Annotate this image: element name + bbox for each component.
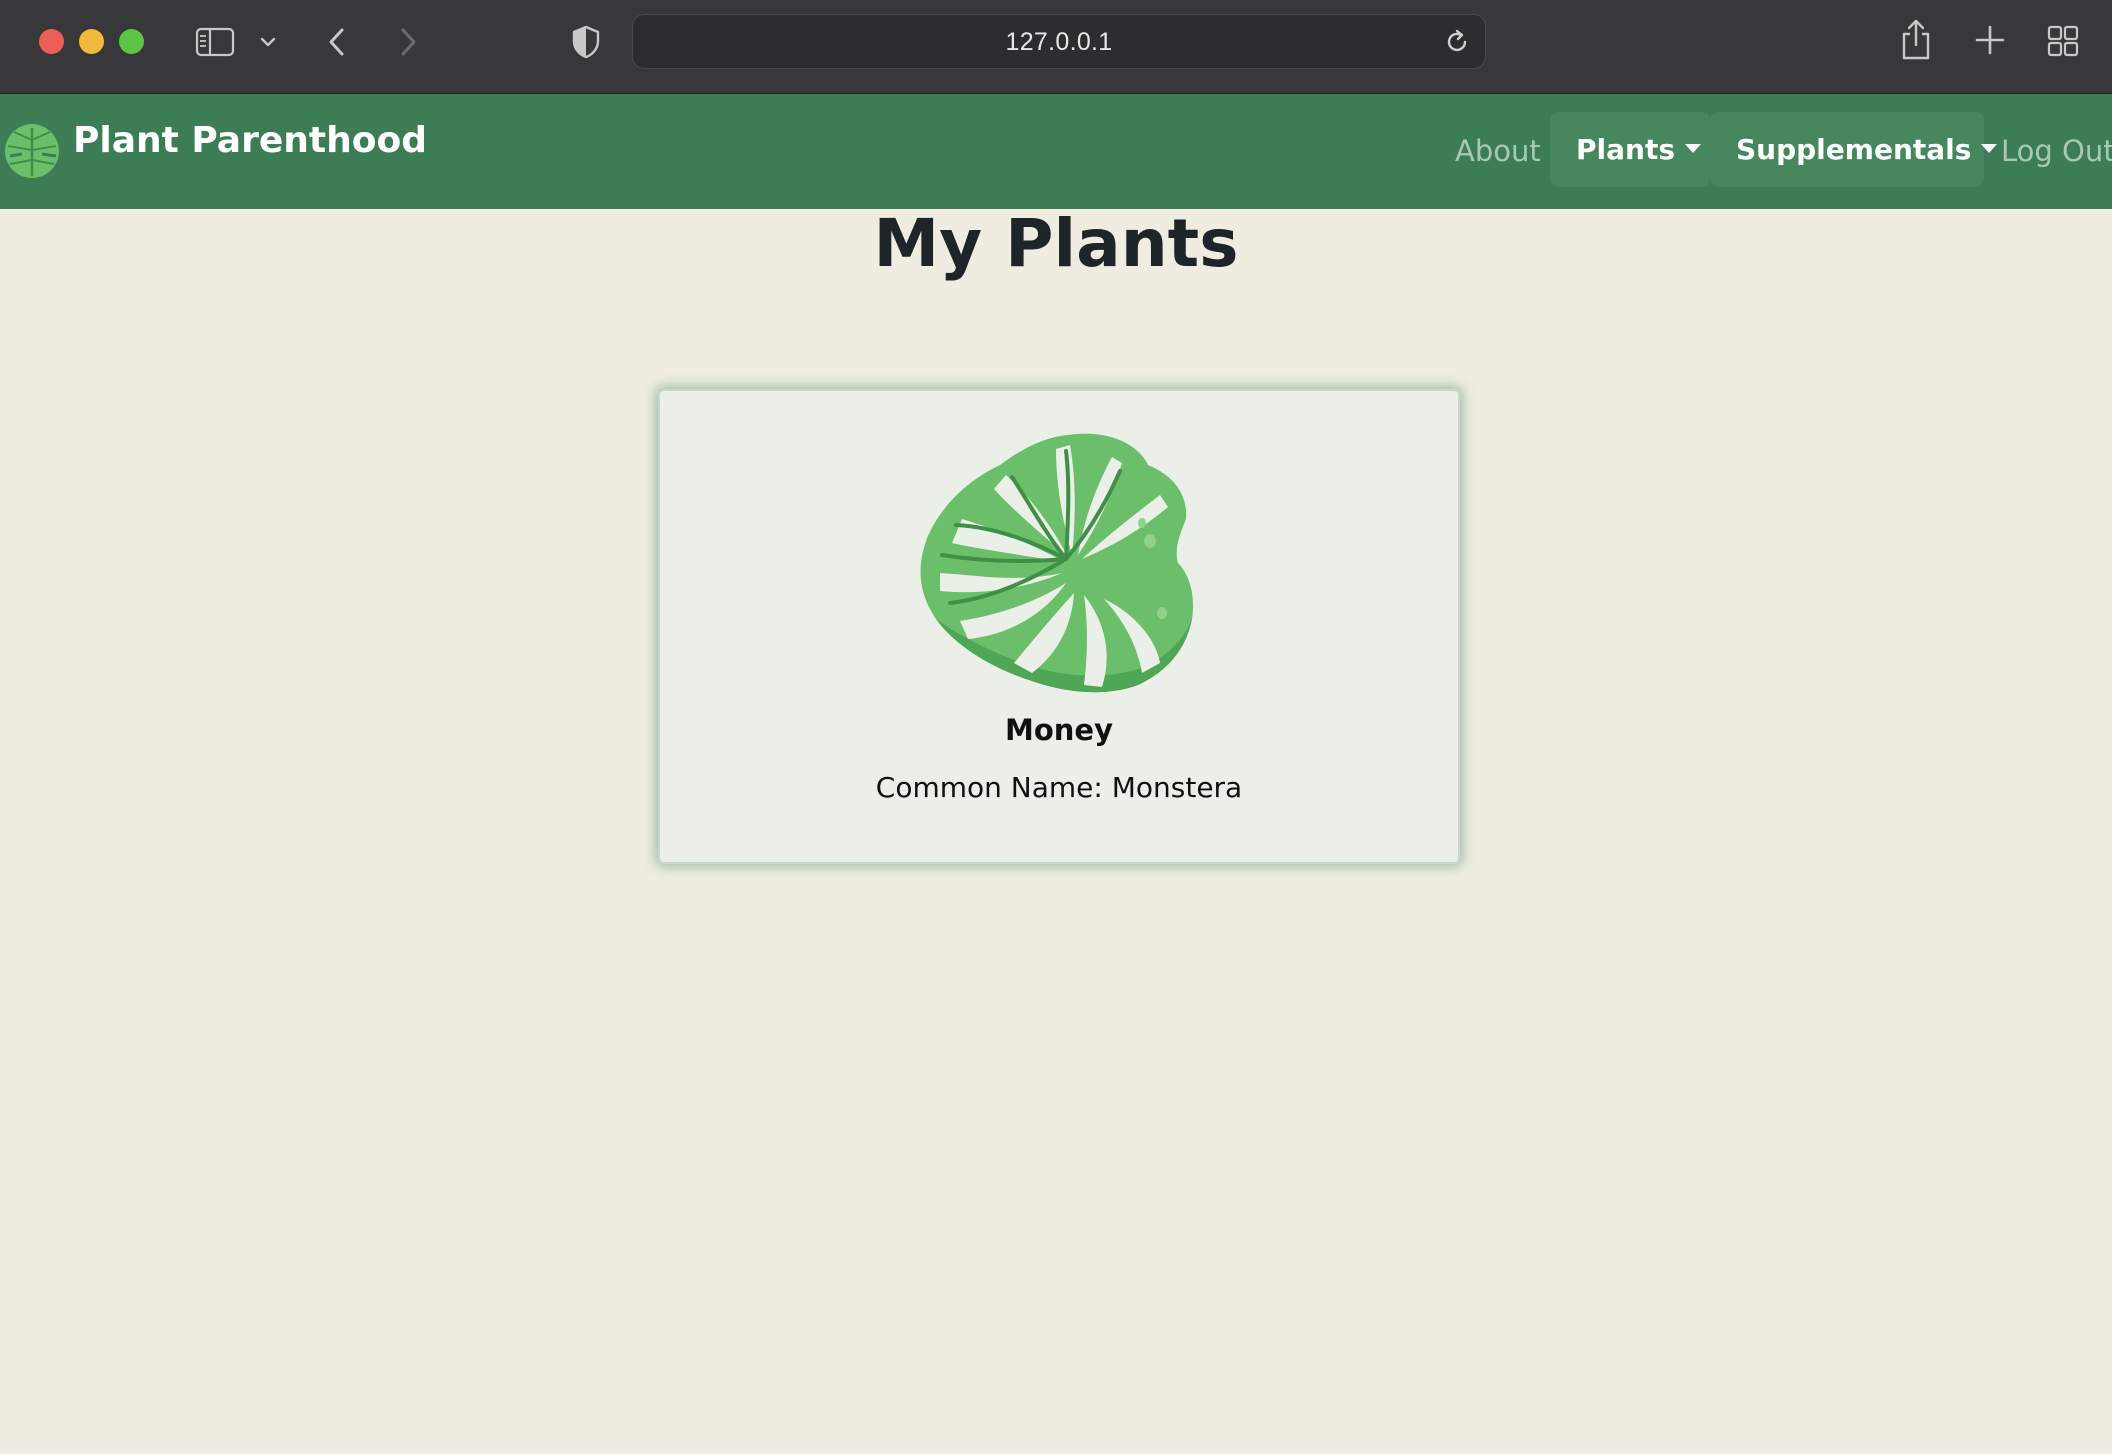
address-text: 127.0.0.1	[1005, 28, 1113, 56]
tab-overview-icon[interactable]	[2046, 24, 2080, 58]
caret-down-icon	[1981, 144, 1998, 153]
nav-about-link[interactable]: About	[1455, 94, 1541, 209]
nav-supplementals-dropdown[interactable]: Supplementals	[1710, 112, 1998, 187]
address-bar[interactable]: 127.0.0.1	[632, 14, 1486, 69]
chevron-down-icon[interactable]	[258, 32, 278, 52]
nav-plants-dropdown[interactable]: Plants	[1550, 112, 1710, 187]
new-tab-icon[interactable]	[1972, 22, 2008, 58]
minimize-window-button[interactable]	[79, 29, 104, 54]
caret-down-icon	[1685, 144, 1701, 153]
nav-plants-label: Plants	[1576, 133, 1675, 166]
forward-arrow-icon[interactable]	[393, 24, 423, 60]
nav-supplementals-label: Supplementals	[1736, 133, 1972, 166]
share-icon[interactable]	[1898, 18, 1934, 62]
sidebar-toggle-icon[interactable]	[195, 27, 235, 57]
monstera-leaf-icon	[920, 433, 1194, 693]
maximize-window-button[interactable]	[119, 29, 144, 54]
back-arrow-icon[interactable]	[322, 24, 352, 60]
privacy-shield-icon[interactable]	[570, 24, 602, 60]
plant-name[interactable]: Money	[660, 713, 1458, 747]
browser-toolbar: 127.0.0.1	[0, 0, 2112, 94]
brand-name[interactable]: Plant Parenthood	[73, 120, 427, 161]
nav-logout-link[interactable]: Log Out	[2001, 94, 2112, 209]
plant-common-name: Common Name: Monstera	[875, 771, 1243, 804]
page-title: My Plants	[873, 205, 1239, 282]
site-navbar: Plant Parenthood About Plants Supplement…	[0, 94, 2112, 209]
close-window-button[interactable]	[39, 29, 64, 54]
plant-card[interactable]: Money Common Name: Monstera	[658, 389, 1460, 864]
reload-icon[interactable]	[1443, 28, 1471, 56]
brand-leaf-icon[interactable]	[2, 120, 62, 182]
